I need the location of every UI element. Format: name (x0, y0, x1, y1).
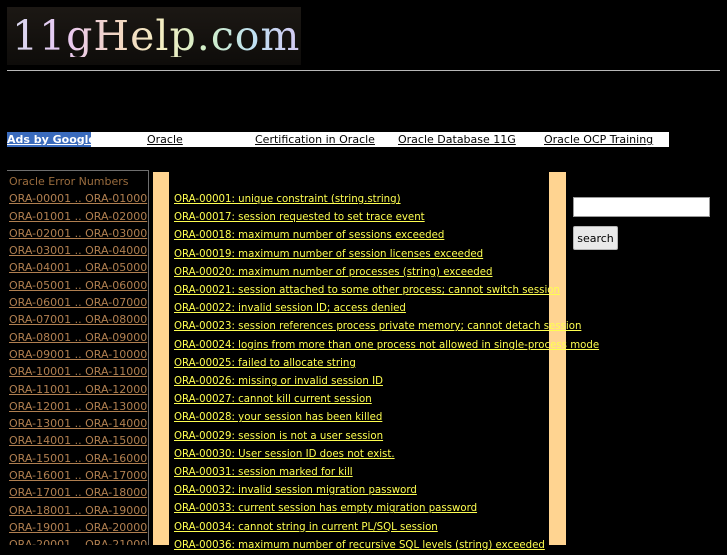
nav-range-list: ORA-00001 .. ORA-01000 ORA-01001 .. ORA-… (9, 192, 147, 545)
ad-link-oracle[interactable]: Oracle (147, 132, 183, 147)
error-link[interactable]: ORA-00019: maximum number of session lic… (174, 246, 546, 264)
error-link[interactable]: ORA-00017: session requested to set trac… (174, 209, 546, 227)
ad-link-ocp-training[interactable]: Oracle OCP Training (544, 132, 653, 147)
nav-range-link[interactable]: ORA-15001 .. ORA-16000 (9, 452, 147, 465)
site-logo[interactable]: 11gHelp.com (7, 7, 301, 65)
nav-range-link[interactable]: ORA-00001 .. ORA-01000 (9, 192, 147, 205)
nav-range-link[interactable]: ORA-14001 .. ORA-15000 (9, 434, 147, 447)
nav-range-link[interactable]: ORA-16001 .. ORA-17000 (9, 469, 147, 482)
left-accent-bar (153, 172, 169, 545)
error-link[interactable]: ORA-00032: invalid session migration pas… (174, 482, 546, 500)
nav-range-link[interactable]: ORA-20001 .. ORA-21000 (9, 538, 147, 545)
nav-range-link[interactable]: ORA-04001 .. ORA-05000 (9, 261, 147, 274)
header-divider (7, 70, 720, 71)
ads-by-google-link[interactable]: Ads by Google (7, 132, 96, 147)
nav-range-link[interactable]: ORA-17001 .. ORA-18000 (9, 486, 147, 499)
nav-range-link[interactable]: ORA-12001 .. ORA-13000 (9, 400, 147, 413)
error-link[interactable]: ORA-00023: session references process pr… (174, 318, 581, 336)
nav-range-link[interactable]: ORA-11001 .. ORA-12000 (9, 383, 147, 396)
nav-range-link[interactable]: ORA-05001 .. ORA-06000 (9, 279, 147, 292)
error-link[interactable]: ORA-00024: logins from more than one pro… (174, 337, 599, 355)
error-link[interactable]: ORA-00022: invalid session ID; access de… (174, 300, 546, 318)
error-link[interactable]: ORA-00027: cannot kill current session (174, 391, 546, 409)
nav-title: Oracle Error Numbers (9, 175, 129, 188)
ad-link-certification[interactable]: Certification in Oracle (255, 132, 375, 147)
nav-range-link[interactable]: ORA-06001 .. ORA-07000 (9, 296, 147, 309)
error-link[interactable]: ORA-00029: session is not a user session (174, 428, 546, 446)
nav-range-link[interactable]: ORA-19001 .. ORA-20000 (9, 521, 147, 534)
error-link[interactable]: ORA-00020: maximum number of processes (… (174, 264, 546, 282)
nav-range-link[interactable]: ORA-09001 .. ORA-10000 (9, 348, 147, 361)
error-link[interactable]: ORA-00034: cannot string in current PL/S… (174, 519, 546, 537)
search-input[interactable] (573, 197, 710, 217)
error-link[interactable]: ORA-00001: unique constraint (string.str… (174, 191, 546, 209)
error-list: ORA-00001: unique constraint (string.str… (174, 191, 599, 555)
error-range-nav: Oracle Error Numbers ORA-00001 .. ORA-01… (7, 170, 149, 545)
right-accent-bar (549, 172, 566, 545)
nav-range-link[interactable]: ORA-03001 .. ORA-04000 (9, 244, 147, 257)
ad-link-database-11g[interactable]: Oracle Database 11G (398, 132, 516, 147)
nav-range-link[interactable]: ORA-10001 .. ORA-11000 (9, 365, 147, 378)
nav-range-link[interactable]: ORA-02001 .. ORA-03000 (9, 227, 147, 240)
error-link[interactable]: ORA-00018: maximum number of sessions ex… (174, 227, 546, 245)
error-link[interactable]: ORA-00021: session attached to some othe… (174, 282, 560, 300)
ad-bar: Ads by Google Oracle Certification in Or… (7, 132, 669, 147)
error-link[interactable]: ORA-00033: current session has empty mig… (174, 500, 546, 518)
search-button[interactable]: search (573, 226, 618, 250)
error-link[interactable]: ORA-00028: your session has been killed (174, 409, 546, 427)
logo-text: 11gHelp.com (12, 11, 301, 60)
error-link[interactable]: ORA-00036: maximum number of recursive S… (174, 537, 546, 555)
error-link[interactable]: ORA-00025: failed to allocate string (174, 355, 546, 373)
nav-range-link[interactable]: ORA-01001 .. ORA-02000 (9, 210, 147, 223)
nav-range-link[interactable]: ORA-13001 .. ORA-14000 (9, 417, 147, 430)
error-link[interactable]: ORA-00026: missing or invalid session ID (174, 373, 546, 391)
nav-range-link[interactable]: ORA-18001 .. ORA-19000 (9, 504, 147, 517)
nav-range-link[interactable]: ORA-08001 .. ORA-09000 (9, 331, 147, 344)
nav-range-link[interactable]: ORA-07001 .. ORA-08000 (9, 313, 147, 326)
error-link[interactable]: ORA-00031: session marked for kill (174, 464, 546, 482)
error-link[interactable]: ORA-00030: User session ID does not exis… (174, 446, 546, 464)
